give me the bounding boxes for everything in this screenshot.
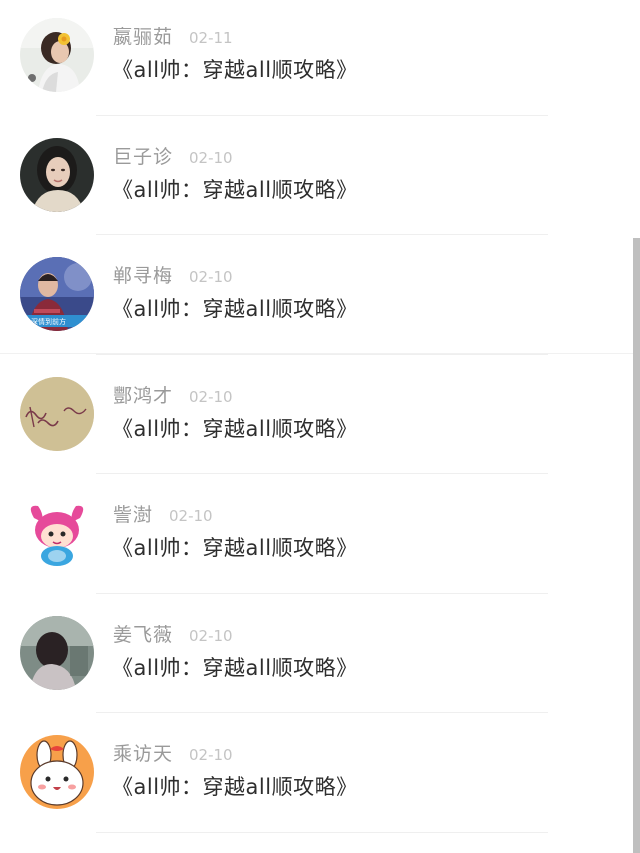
post-title[interactable]: 《all帅：穿越all顺攻略》 [112, 174, 358, 204]
avatar-cartoon-bunny [20, 735, 94, 809]
list-item[interactable]: 姜飞薇 02-10 《all帅：穿越all顺攻略》 [0, 598, 640, 718]
section-divider [0, 353, 640, 354]
avatar[interactable] [20, 615, 94, 690]
scrollbar[interactable] [633, 238, 640, 853]
divider [96, 473, 548, 474]
post-date: 02-10 [189, 746, 233, 764]
item-meta: 巨子诊 02-10 [113, 144, 233, 170]
post-date: 02-10 [169, 507, 213, 525]
avatar[interactable]: 从深情到前方 [20, 257, 94, 331]
post-date: 02-10 [189, 148, 233, 167]
avatar-photo-man-stage: 从深情到前方 [20, 257, 94, 331]
post-date: 02-10 [189, 268, 233, 286]
list-item[interactable]: 从深情到前方 郸寻梅 02-10 《all帅：穿越all顺攻略》 [0, 239, 640, 359]
post-title[interactable]: 《all帅：穿越all顺攻略》 [112, 54, 358, 84]
divider [96, 831, 548, 833]
item-meta: 郸寻梅 02-10 [113, 263, 233, 289]
user-name[interactable]: 巨子诊 [113, 146, 173, 168]
user-name[interactable]: 乘访天 [113, 743, 173, 765]
avatar-photo-girl-back [20, 615, 94, 690]
list-item[interactable]: 訾澍 02-10 《all帅：穿越all顺攻略》 [0, 478, 640, 598]
post-date: 02-11 [189, 29, 233, 47]
avatar[interactable] [20, 18, 94, 92]
divider [96, 592, 548, 594]
user-name[interactable]: 訾澍 [113, 504, 153, 526]
item-meta: 訾澍 02-10 [113, 502, 213, 528]
item-meta: 嬴骊茹 02-11 [113, 24, 233, 50]
avatar[interactable] [20, 376, 94, 451]
avatar[interactable] [20, 496, 94, 570]
post-title[interactable]: 《all帅：穿越all顺攻略》 [112, 771, 358, 801]
post-date: 02-10 [189, 387, 233, 406]
item-meta: 乘访天 02-10 [113, 741, 233, 767]
comment-list: 嬴骊茹 02-11 《all帅：穿越all顺攻略》 巨子诊 02-10 《all帅：… [0, 0, 640, 837]
avatar-cartoon-pink-devil [20, 496, 94, 570]
post-title[interactable]: 《all帅：穿越all顺攻略》 [112, 652, 358, 682]
avatar[interactable] [20, 735, 94, 809]
user-name[interactable]: 姜飞薇 [113, 624, 173, 646]
list-item[interactable]: 乘访天 02-10 《all帅：穿越all顺攻略》 [0, 717, 640, 837]
item-meta: 姜飞薇 02-10 [113, 622, 233, 648]
post-title[interactable]: 《all帅：穿越all顺攻略》 [112, 532, 358, 562]
avatar-handwriting-paper [20, 376, 94, 451]
list-item[interactable]: 嬴骊茹 02-11 《all帅：穿越all顺攻略》 [0, 0, 640, 120]
post-title[interactable]: 《all帅：穿越all顺攻略》 [112, 293, 358, 323]
svg-text:从深情到前方: 从深情到前方 [24, 317, 66, 326]
avatar[interactable] [20, 137, 94, 212]
post-title[interactable]: 《all帅：穿越all顺攻略》 [112, 413, 358, 443]
user-name[interactable]: 郸寻梅 [113, 265, 173, 287]
list-item[interactable]: 酆鸿才 02-10 《all帅：穿越all顺攻略》 [0, 359, 640, 479]
divider [96, 712, 548, 713]
post-date: 02-10 [189, 626, 233, 645]
divider [96, 234, 548, 235]
divider [96, 114, 548, 116]
user-name[interactable]: 酆鸿才 [113, 385, 173, 407]
avatar-photo-woman-portrait [20, 137, 94, 212]
avatar-photo-girl-flower [20, 18, 94, 92]
list-item[interactable]: 巨子诊 02-10 《all帅：穿越all顺攻略》 [0, 120, 640, 240]
user-name[interactable]: 嬴骊茹 [113, 26, 173, 48]
item-meta: 酆鸿才 02-10 [113, 383, 233, 409]
